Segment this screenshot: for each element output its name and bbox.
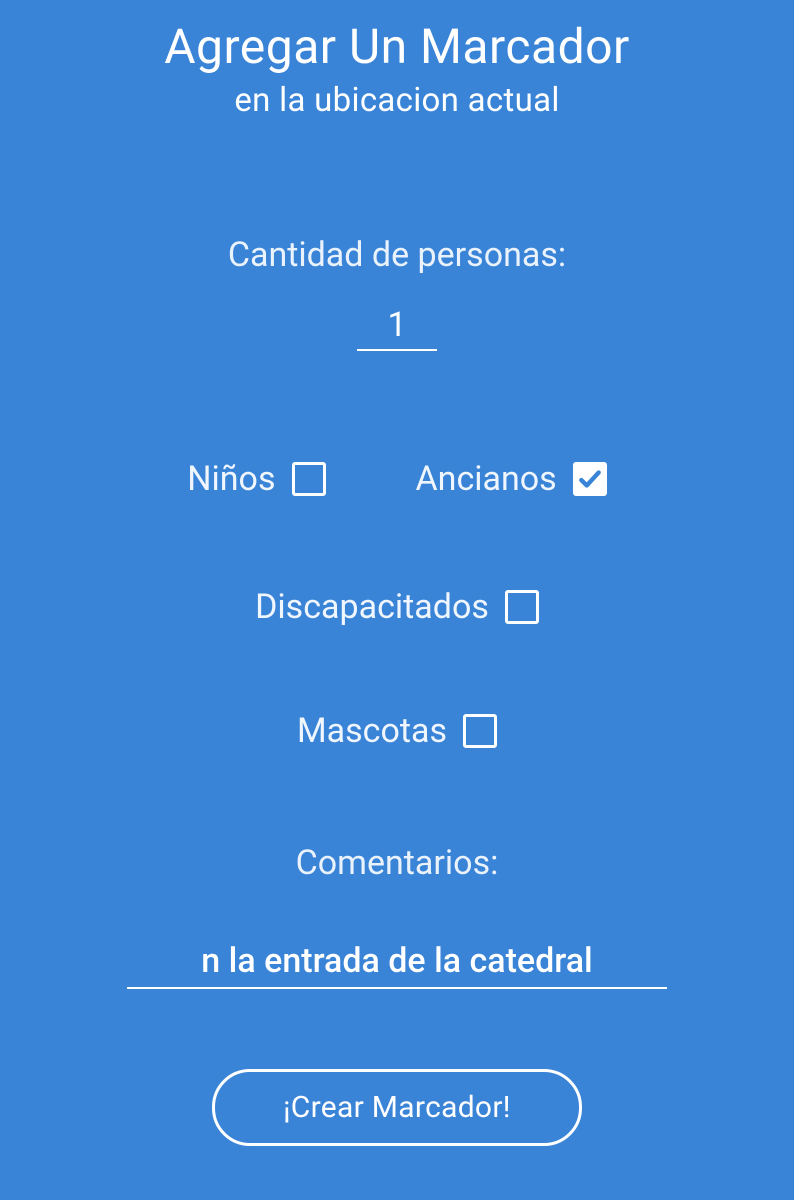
page-title: Agregar Un Marcador — [164, 18, 630, 75]
ancianos-checkbox[interactable] — [573, 462, 607, 496]
page-subtitle: en la ubicacion actual — [164, 81, 630, 120]
mascotas-label: Mascotas — [297, 711, 447, 751]
mascotas-checkbox[interactable] — [463, 714, 497, 748]
checkbox-mascotas: Mascotas — [297, 711, 497, 751]
quantity-input[interactable] — [357, 305, 437, 351]
ninos-label: Niños — [187, 459, 275, 499]
ninos-checkbox[interactable] — [292, 462, 326, 496]
checkbox-ancianos: Ancianos — [416, 459, 607, 499]
header: Agregar Un Marcador en la ubicacion actu… — [164, 18, 630, 120]
ancianos-label: Ancianos — [416, 459, 557, 499]
checkbox-row-1: Niños Ancianos — [187, 459, 606, 499]
comments-label: Comentarios: — [296, 843, 499, 883]
quantity-label: Cantidad de personas: — [228, 235, 566, 275]
checkbox-row-2: Discapacitados — [255, 587, 539, 627]
marker-form: Cantidad de personas: Niños Ancianos Dis… — [0, 120, 794, 1146]
checkbox-row-3: Mascotas — [297, 711, 497, 751]
comments-input[interactable] — [127, 941, 667, 989]
discapacitados-label: Discapacitados — [255, 587, 489, 627]
checkbox-discapacitados: Discapacitados — [255, 587, 539, 627]
discapacitados-checkbox[interactable] — [505, 590, 539, 624]
check-icon — [577, 466, 603, 492]
checkbox-ninos: Niños — [187, 459, 325, 499]
create-marker-button[interactable]: ¡Crear Marcador! — [212, 1069, 582, 1146]
